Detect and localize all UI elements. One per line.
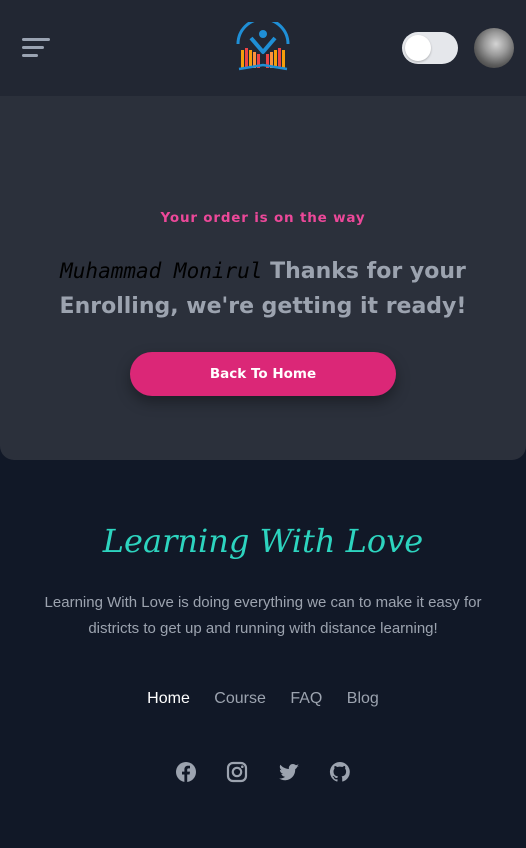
- footer-description: Learning With Love is doing everything w…: [44, 594, 482, 637]
- toggle-knob: [405, 35, 431, 61]
- footer-link-faq[interactable]: FAQ: [290, 690, 322, 708]
- theme-toggle[interactable]: [402, 32, 458, 64]
- twitter-icon[interactable]: [277, 760, 301, 784]
- footer-link-course[interactable]: Course: [214, 690, 266, 708]
- facebook-icon[interactable]: [174, 760, 198, 784]
- user-avatar[interactable]: [474, 28, 514, 68]
- social-links: [0, 760, 526, 788]
- footer-link-blog[interactable]: Blog: [347, 690, 379, 708]
- order-confirmation-card: Your order is on the way Muhammad Moniru…: [0, 96, 526, 460]
- instagram-icon[interactable]: [225, 760, 249, 784]
- confirmation-message: Muhammad Monirul Thanks for your Enrolli…: [40, 254, 486, 324]
- footer-brand-title: Learning With Love: [102, 522, 424, 560]
- book-graduate-logo[interactable]: [234, 22, 292, 72]
- top-navbar: [0, 0, 526, 96]
- user-name: Muhammad Monirul: [60, 259, 263, 283]
- footer-nav: Home Course FAQ Blog: [0, 690, 526, 708]
- hamburger-menu-icon[interactable]: [20, 34, 52, 62]
- back-to-home-button[interactable]: Back To Home: [130, 352, 396, 396]
- order-status-text: Your order is on the way: [160, 210, 366, 226]
- github-icon[interactable]: [328, 760, 352, 784]
- footer-link-home[interactable]: Home: [147, 690, 190, 708]
